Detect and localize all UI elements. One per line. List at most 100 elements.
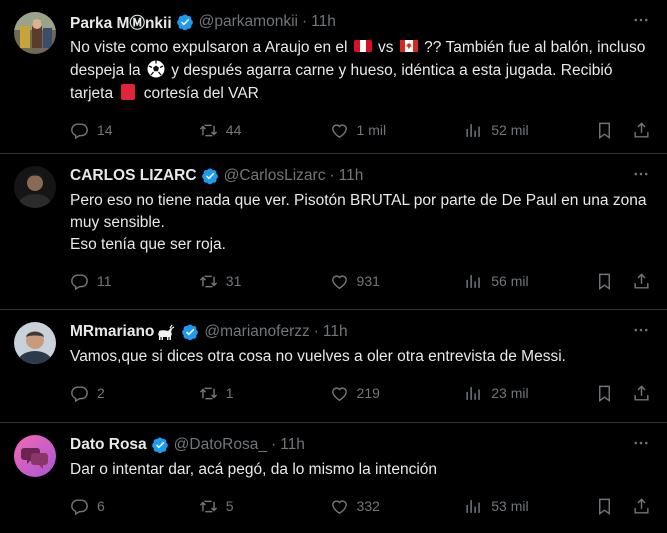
tweet-actions: 2 1 219 23 mil <box>70 376 651 410</box>
user-handle[interactable]: @marianoferzz <box>204 323 309 341</box>
share-button[interactable] <box>632 497 651 516</box>
tweet-text-part: vs <box>373 39 398 56</box>
tweet-header: Parka MⓂnkii @parkamonkii · 11h <box>70 10 651 34</box>
like-button[interactable]: 931 <box>330 272 465 291</box>
reply-count: 6 <box>97 498 105 514</box>
views-icon <box>466 386 481 400</box>
flag-peru-icon <box>353 36 373 56</box>
tweet-text: Vamos,que si dices otra cosa no vuelves … <box>70 348 566 365</box>
share-button[interactable] <box>632 272 651 291</box>
retweet-count: 5 <box>225 498 234 514</box>
share-icon <box>634 121 649 138</box>
display-name[interactable]: CARLOS LIZARC <box>70 167 197 185</box>
like-button[interactable]: 219 <box>330 384 465 403</box>
more-options-icon[interactable] <box>631 433 651 453</box>
tweet[interactable]: CARLOS LIZARC @CarlosLizarc · 11h Pero e… <box>0 154 667 310</box>
separator-dot: · <box>301 13 308 30</box>
retweet-icon <box>199 500 217 512</box>
reply-button[interactable]: 6 <box>70 497 199 516</box>
timestamp[interactable]: 11h <box>339 167 364 185</box>
tweet[interactable]: Dato Rosa @DatoRosa_ · 11h Dar o intenta… <box>0 423 667 533</box>
avatar[interactable] <box>14 12 56 54</box>
bookmark-button[interactable] <box>595 272 614 291</box>
tweet[interactable]: MRmariano @marianoferzz · 11h Vamos,que … <box>0 310 667 423</box>
reply-icon <box>71 498 88 515</box>
tweet-text: No viste como expulsaron a Araujo en el … <box>70 36 651 105</box>
retweet-button[interactable]: 44 <box>199 121 330 140</box>
like-button[interactable]: 1 mil <box>330 121 465 140</box>
soccer-ball-icon <box>146 59 166 79</box>
bookmark-icon <box>599 385 610 402</box>
views-button[interactable]: 52 mil <box>464 121 595 140</box>
heart-icon <box>331 386 347 401</box>
bookmark-icon <box>599 498 610 515</box>
avatar[interactable] <box>14 166 56 208</box>
more-options-icon[interactable] <box>631 164 651 184</box>
tweet-text: Pero eso no tiene nada que ver. Pisotón … <box>70 192 647 253</box>
view-count: 52 mil <box>491 122 529 138</box>
like-button[interactable]: 332 <box>330 497 465 516</box>
views-button[interactable]: 23 mil <box>464 384 595 403</box>
separator-dot: · <box>313 323 319 340</box>
bookmark-button[interactable] <box>595 121 614 140</box>
reply-count: 2 <box>97 385 105 401</box>
retweet-count: 31 <box>225 273 242 289</box>
retweet-button[interactable]: 5 <box>199 497 330 516</box>
user-handle[interactable]: @parkamonkii <box>199 13 298 31</box>
user-handle[interactable]: @DatoRosa_ <box>174 436 267 454</box>
tweet[interactable]: Parka MⓂnkii @parkamonkii · 11h No viste… <box>0 0 667 154</box>
bookmark-button[interactable] <box>595 384 614 403</box>
like-count: 332 <box>356 498 380 514</box>
tweet-actions: 11 31 931 56 mil <box>70 264 651 298</box>
bookmark-icon <box>599 273 610 290</box>
verified-badge-icon <box>176 13 194 31</box>
tweet-text: Dar o intentar dar, acá pegó, da lo mism… <box>70 461 438 478</box>
more-options-icon[interactable] <box>631 10 651 30</box>
tweet-header: Dato Rosa @DatoRosa_ · 11h <box>70 433 651 457</box>
bookmark-button[interactable] <box>595 497 614 516</box>
retweet-button[interactable]: 1 <box>199 384 330 403</box>
display-name[interactable]: Parka MⓂnkii <box>70 11 172 33</box>
avatar[interactable] <box>14 435 56 477</box>
tweet-text-part: No viste como expulsaron a Araujo en el <box>70 39 352 56</box>
share-button[interactable] <box>632 384 651 403</box>
like-count: 1 mil <box>356 122 387 138</box>
retweet-button[interactable]: 31 <box>199 272 330 291</box>
reply-button[interactable]: 2 <box>70 384 199 403</box>
bookmark-icon <box>599 122 610 139</box>
view-count: 56 mil <box>491 273 529 289</box>
more-options-icon[interactable] <box>631 320 651 340</box>
retweet-icon <box>199 387 217 399</box>
share-button[interactable] <box>632 121 651 140</box>
heart-icon <box>331 499 347 514</box>
heart-icon <box>331 123 347 138</box>
display-name[interactable]: MRmariano <box>70 323 154 341</box>
tweet-header: CARLOS LIZARC @CarlosLizarc · 11h <box>70 164 651 188</box>
reply-count: 14 <box>97 122 113 138</box>
view-count: 53 mil <box>491 498 529 514</box>
avatar[interactable] <box>14 322 56 364</box>
retweet-icon <box>199 124 217 136</box>
share-icon <box>634 384 649 401</box>
reply-button[interactable]: 11 <box>70 272 199 291</box>
user-handle[interactable]: @CarlosLizarc <box>224 167 326 185</box>
timestamp[interactable]: 11h <box>323 323 348 341</box>
reply-button[interactable]: 14 <box>70 121 199 140</box>
retweet-count: 1 <box>225 385 234 401</box>
timestamp[interactable]: 11h <box>280 436 305 454</box>
tweet-actions: 14 44 1 mil 52 mil <box>70 113 651 147</box>
heart-icon <box>331 274 347 289</box>
views-button[interactable]: 56 mil <box>464 272 595 291</box>
flag-canada-icon <box>399 36 419 56</box>
display-name[interactable]: Dato Rosa <box>70 436 147 454</box>
reply-icon <box>71 273 88 290</box>
timestamp[interactable]: 11h <box>311 13 336 31</box>
separator-dot: · <box>270 436 277 453</box>
verified-badge-icon <box>201 167 219 185</box>
like-count: 931 <box>356 273 380 289</box>
share-icon <box>634 497 649 514</box>
views-button[interactable]: 53 mil <box>464 497 595 516</box>
tweet-header: MRmariano @marianoferzz · 11h <box>70 320 651 344</box>
verified-badge-icon <box>181 323 199 341</box>
share-icon <box>634 272 649 289</box>
